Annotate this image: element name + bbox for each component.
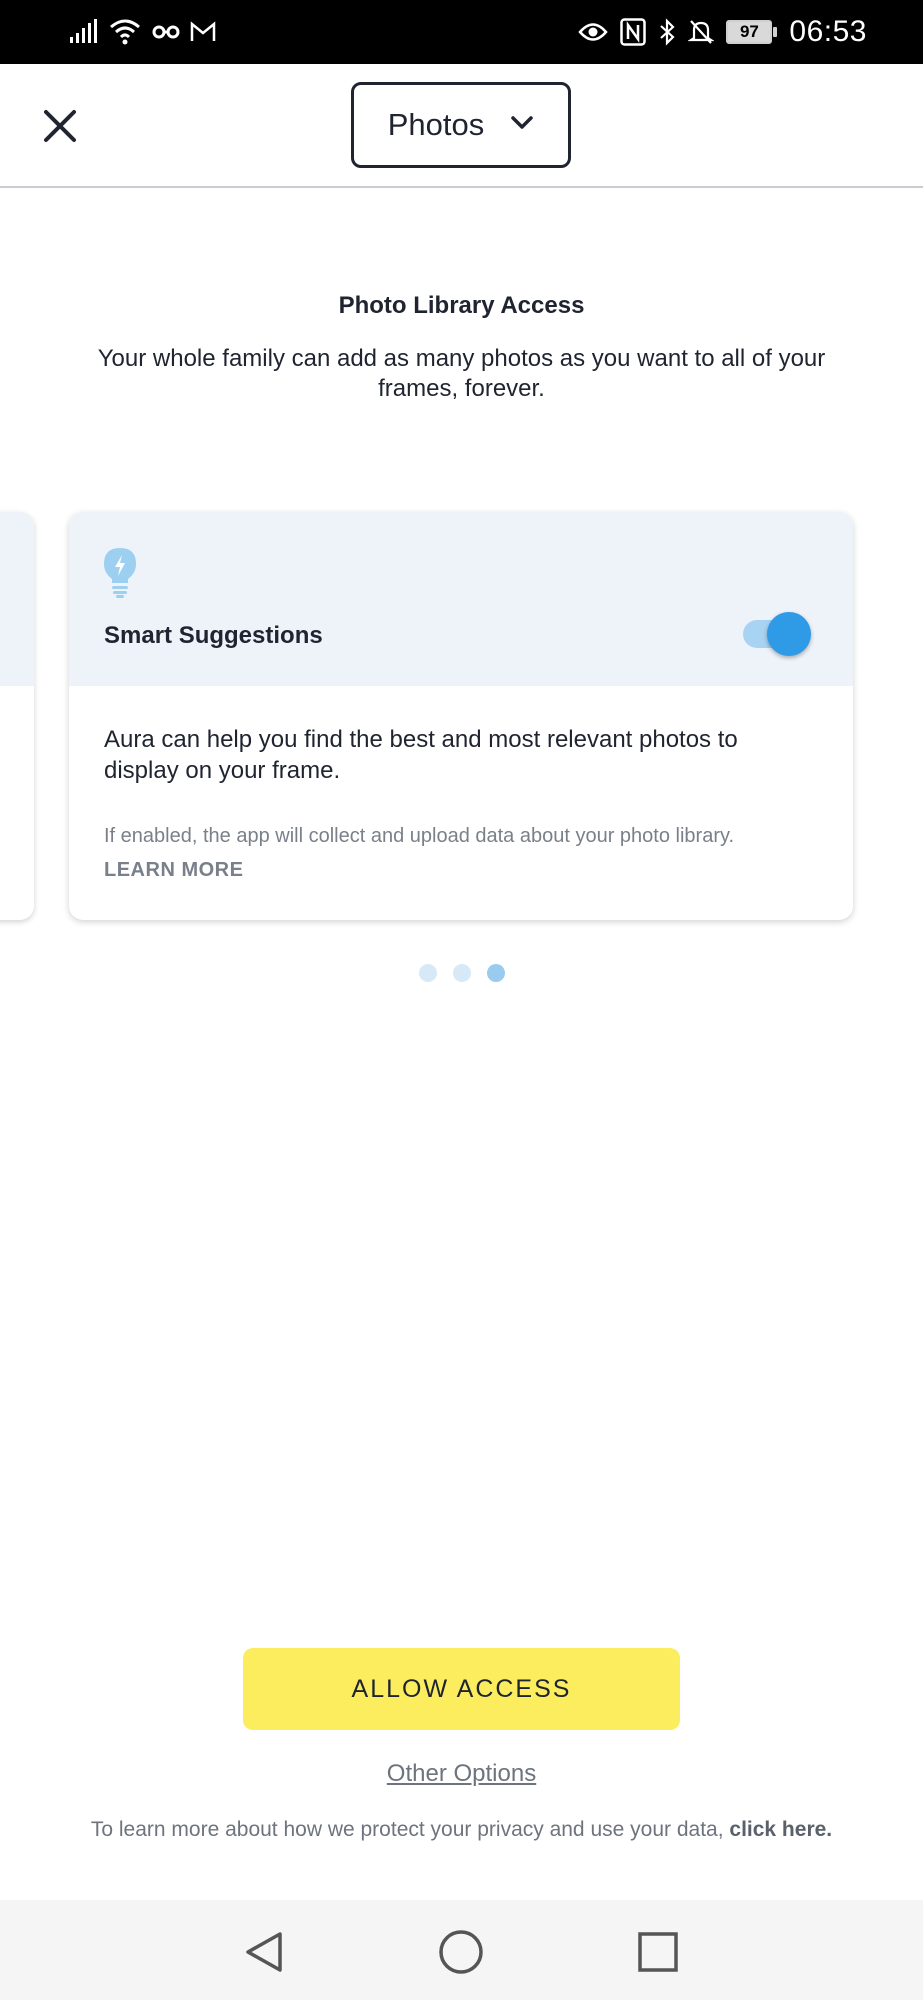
mute-bell-icon — [688, 18, 715, 46]
card-description: Aura can help you find the best and most… — [104, 726, 738, 784]
battery-level: 97 — [726, 20, 773, 44]
header: Photos — [0, 64, 923, 188]
incognito-icon — [152, 24, 180, 40]
carousel-pager — [0, 964, 923, 982]
card-title: Smart Suggestions — [104, 622, 323, 649]
signal-icon — [68, 19, 98, 45]
system-nav-bar — [0, 1900, 923, 2000]
gmail-icon — [190, 21, 216, 43]
privacy-link[interactable]: click here. — [729, 1818, 832, 1841]
pager-dot[interactable] — [418, 964, 437, 982]
pager-dot-active[interactable] — [486, 964, 505, 982]
battery-icon: 97 — [726, 20, 778, 44]
chevron-down-icon — [510, 115, 534, 136]
allow-access-button[interactable]: ALLOW ACCESS — [243, 1648, 680, 1730]
source-select[interactable]: Photos — [351, 82, 571, 168]
status-time: 06:53 — [789, 15, 867, 48]
previous-card[interactable] — [0, 512, 34, 920]
wifi-icon — [108, 18, 142, 46]
source-select-label: Photos — [387, 107, 485, 142]
status-right-icons: 97 06:53 — [578, 14, 867, 50]
back-button[interactable] — [240, 1928, 288, 1976]
status-left-icons — [68, 14, 216, 50]
privacy-text: To learn more about how we protect your … — [90, 1818, 724, 1841]
eye-icon — [578, 21, 609, 43]
learn-more-link[interactable]: LEARN MORE — [104, 859, 243, 882]
page-title: Photo Library Access — [338, 292, 585, 319]
smart-suggestions-card: Smart Suggestions Aura can help you find… — [69, 512, 853, 920]
pager-dot[interactable] — [452, 964, 471, 982]
privacy-notice: To learn more about how we protect your … — [0, 1818, 923, 1842]
recents-icon — [634, 1932, 682, 1980]
close-button[interactable] — [40, 106, 80, 146]
recents-button[interactable] — [634, 1928, 682, 1976]
other-options-link[interactable]: Other Options — [0, 1760, 923, 1788]
page-description: Your whole family can add as many photos… — [97, 345, 826, 402]
card-header: Smart Suggestions — [69, 512, 853, 686]
lightbulb-icon — [102, 546, 138, 598]
nfc-icon — [620, 18, 647, 46]
back-icon — [240, 1932, 288, 1980]
smart-suggestions-toggle[interactable] — [739, 610, 813, 658]
card-note: If enabled, the app will collect and upl… — [104, 825, 735, 847]
status-bar: 97 06:53 — [0, 0, 923, 64]
home-button[interactable] — [437, 1928, 485, 1976]
home-icon — [437, 1930, 485, 1980]
close-icon — [40, 110, 80, 150]
bluetooth-icon — [658, 18, 676, 46]
